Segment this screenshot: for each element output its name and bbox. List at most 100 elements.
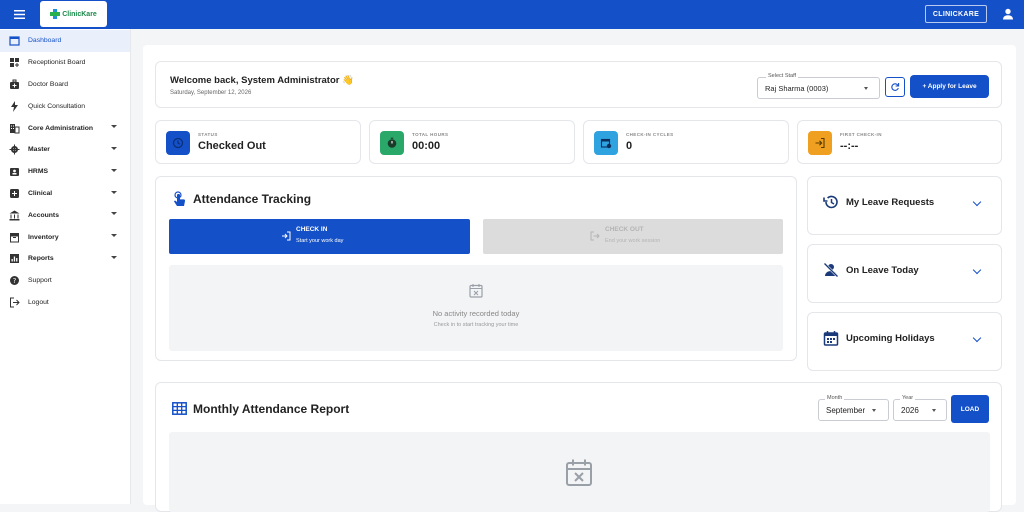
menu-toggle-button[interactable] xyxy=(0,0,38,29)
monthly-report-title: Monthly Attendance Report xyxy=(193,402,350,416)
stat-label: STATUS xyxy=(198,132,218,137)
chevron-down-icon xyxy=(111,125,117,129)
brand-logo[interactable]: ClinicKare xyxy=(40,1,107,27)
stat-value: 00:00 xyxy=(412,140,441,152)
svg-text:?: ? xyxy=(13,277,17,285)
empty-state-title: No activity recorded today xyxy=(432,309,520,318)
sidebar-item-inventory[interactable]: Inventory xyxy=(0,226,130,248)
login-icon xyxy=(808,131,832,155)
table-grid-icon xyxy=(172,402,187,415)
chevron-down-icon xyxy=(111,168,117,172)
logout-icon xyxy=(590,231,600,241)
chevron-down-icon xyxy=(972,197,982,207)
check-out-button[interactable]: CHECK OUT End your work session xyxy=(483,219,783,254)
sidebar-item-logout[interactable]: Logout xyxy=(0,292,130,314)
month-select-value: September xyxy=(826,406,866,415)
year-select-label: Year xyxy=(900,395,916,401)
sidebar-item-doctor-board[interactable]: Doctor Board xyxy=(0,74,130,96)
staff-select[interactable]: Select Staff Raj Sharma (0003) xyxy=(757,73,880,99)
load-report-button[interactable]: LOAD xyxy=(951,395,989,423)
sidebar-item-master[interactable]: Master xyxy=(0,139,130,161)
chevron-down-icon xyxy=(111,234,117,238)
month-select[interactable]: Month September xyxy=(818,395,889,421)
dropdown-arrow-icon xyxy=(932,409,936,412)
year-select-value: 2026 xyxy=(901,406,919,415)
clinic-switch-button[interactable]: CLINICKARE xyxy=(925,5,987,23)
sidebar-item-label: Inventory xyxy=(28,233,59,241)
staff-select-label: Select Staff xyxy=(766,73,799,79)
medical-cross-icon xyxy=(9,188,20,199)
stat-value: Checked Out xyxy=(198,140,266,152)
sidebar-item-dashboard[interactable]: Dashboard xyxy=(0,30,130,52)
attendance-tracking-card: Attendance Tracking CHECK IN Start your … xyxy=(155,176,797,361)
sidebar-item-reports[interactable]: Reports xyxy=(0,248,130,270)
sidebar-item-label: Core Administration xyxy=(28,124,94,132)
chevron-down-icon xyxy=(111,255,117,259)
stat-value: 0 xyxy=(626,140,633,152)
sidebar-item-accounts[interactable]: Accounts xyxy=(0,204,130,226)
sidebar-item-clinical[interactable]: Clinical xyxy=(0,183,130,205)
history-icon xyxy=(823,195,838,209)
apply-for-leave-button[interactable]: + Apply for Leave xyxy=(910,75,989,98)
sidebar-item-label: Reports xyxy=(28,255,54,263)
sidebar-item-label: Clinical xyxy=(28,189,53,197)
sidebar-item-hrms[interactable]: HRMS xyxy=(0,161,130,183)
person-off-icon xyxy=(823,262,839,278)
chevron-down-icon xyxy=(972,333,982,343)
year-select[interactable]: Year 2026 xyxy=(893,395,947,421)
stat-card-status: STATUS Checked Out xyxy=(155,120,361,164)
upcoming-holidays-card[interactable]: Upcoming Holidays xyxy=(807,312,1002,371)
sidebar-item-label: Receptionist Board xyxy=(28,59,86,67)
my-leave-requests-card[interactable]: My Leave Requests xyxy=(807,176,1002,235)
building-icon xyxy=(9,123,20,134)
stat-card-check-in-cycles: CHECK-IN CYCLES 0 xyxy=(583,120,789,164)
check-in-subtext: Start your work day xyxy=(296,238,344,244)
welcome-title: Welcome back, System Administrator 👋 xyxy=(170,75,354,86)
calendar-x-icon xyxy=(566,459,592,486)
check-in-button[interactable]: CHECK IN Start your work day xyxy=(169,219,470,254)
sidebar: Dashboard Receptionist Board Doctor Boar… xyxy=(0,29,131,504)
sidebar-item-core-administration[interactable]: Core Administration xyxy=(0,117,130,139)
sidebar-item-quick-consultation[interactable]: Quick Consultation xyxy=(0,95,130,117)
sidebar-item-label: Quick Consultation xyxy=(28,102,86,110)
refresh-button[interactable] xyxy=(885,77,905,97)
stat-label: CHECK-IN CYCLES xyxy=(626,132,674,137)
top-app-bar: ClinicKare CLINICKARE xyxy=(0,0,1024,29)
bank-icon xyxy=(9,210,20,221)
calendar-x-icon xyxy=(469,284,483,298)
calendar-icon xyxy=(9,35,20,46)
monthly-attendance-report-card: Monthly Attendance Report Month Septembe… xyxy=(155,382,1002,512)
on-leave-today-card[interactable]: On Leave Today xyxy=(807,244,1002,303)
lightning-icon xyxy=(9,100,20,112)
sidebar-item-label: Doctor Board xyxy=(28,80,69,88)
calendar-cycle-icon xyxy=(594,131,618,155)
empty-state-subtitle: Check in to start tracking your time xyxy=(433,322,519,328)
report-icon xyxy=(9,253,20,264)
attendance-tracking-title: Attendance Tracking xyxy=(193,192,312,206)
sidebar-item-receptionist-board[interactable]: Receptionist Board xyxy=(0,52,130,74)
medical-cross-logo-icon xyxy=(50,9,61,19)
stat-card-first-check-in: FIRST CHECK-IN --:-- xyxy=(797,120,1002,164)
sidebar-item-label: Support xyxy=(28,277,52,285)
sidebar-item-label: Master xyxy=(28,146,50,154)
dropdown-arrow-icon xyxy=(864,87,868,90)
report-empty-state xyxy=(169,432,990,512)
gear-icon xyxy=(9,144,20,155)
touch-hand-icon xyxy=(174,191,186,206)
timer-icon xyxy=(380,131,404,155)
help-icon: ? xyxy=(9,275,20,286)
stat-value: --:-- xyxy=(840,140,859,152)
check-out-subtext: End your work session xyxy=(605,238,661,244)
dropdown-arrow-icon xyxy=(872,409,876,412)
check-in-label: CHECK IN xyxy=(296,226,328,233)
sidebar-item-support[interactable]: ? Support xyxy=(0,270,130,292)
login-icon xyxy=(282,231,291,241)
medical-bag-icon xyxy=(9,79,20,90)
sidebar-item-label: Logout xyxy=(28,298,49,306)
calendar-icon xyxy=(823,331,839,346)
inventory-box-icon xyxy=(9,232,20,243)
account-icon[interactable] xyxy=(1001,7,1015,21)
brand-logo-text: ClinicKare xyxy=(62,10,97,18)
grid-plus-icon xyxy=(9,57,20,68)
activity-empty-state: No activity recorded today Check in to s… xyxy=(169,265,783,351)
